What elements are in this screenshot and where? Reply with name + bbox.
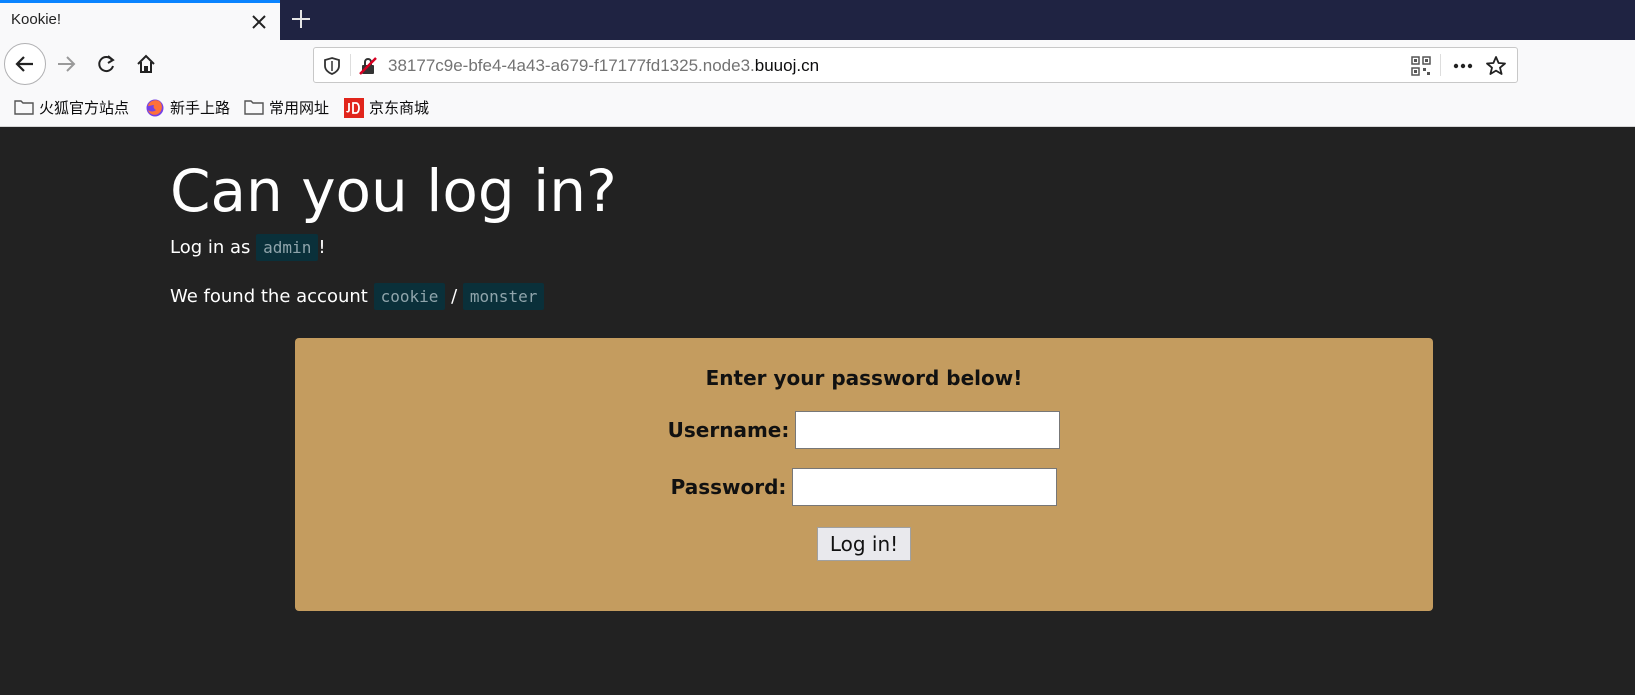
url-host: 38177c9e-bfe4-4a43-a679-f17177fd1325.nod… <box>388 56 755 75</box>
nav-bar: 38177c9e-bfe4-4a43-a679-f17177fd1325.nod… <box>0 40 1635 85</box>
form-heading: Enter your password below! <box>705 366 1023 390</box>
shield-icon[interactable] <box>322 56 342 76</box>
bookmark-item[interactable]: 京东商城 <box>344 97 430 118</box>
bookmark-item[interactable]: 新手上路 <box>145 97 230 117</box>
url-domain: buuoj.cn <box>754 56 820 75</box>
login-hint: Log in as admin! <box>170 234 326 261</box>
divider <box>1440 54 1441 76</box>
home-icon <box>137 54 155 73</box>
account-separator: / <box>451 286 458 307</box>
close-icon[interactable] <box>248 11 270 33</box>
url-text: 38177c9e-bfe4-4a43-a679-f17177fd1325.nod… <box>388 56 819 76</box>
home-button[interactable] <box>132 50 160 78</box>
bookmark-item[interactable]: 常用网址 <box>244 97 329 117</box>
jd-icon <box>344 98 364 118</box>
forward-button[interactable] <box>52 50 80 78</box>
arrow-left-icon <box>15 56 33 72</box>
password-label: Password: <box>670 475 787 499</box>
username-row: Username: <box>295 411 1433 449</box>
submit-row: Log in! <box>295 527 1433 561</box>
reload-button[interactable] <box>92 50 120 78</box>
bookmark-label: 新手上路 <box>170 98 231 117</box>
page-content: Can you log in? Log in as admin! We foun… <box>0 127 1635 695</box>
username-input[interactable] <box>795 411 1061 449</box>
arrow-right-icon <box>58 56 76 72</box>
tab-title: Kookie! <box>11 11 62 28</box>
more-actions-icon[interactable] <box>1450 55 1476 77</box>
account-prefix: We found the account <box>170 286 368 307</box>
folder-icon <box>244 98 264 116</box>
password-row: Password: <box>295 468 1433 506</box>
folder-icon <box>14 98 34 116</box>
bookmark-item[interactable]: 火狐官方站点 <box>14 97 129 117</box>
address-bar[interactable]: 38177c9e-bfe4-4a43-a679-f17177fd1325.nod… <box>313 47 1518 83</box>
account-hint: We found the account cookie / monster <box>170 283 545 310</box>
admin-code: admin <box>256 234 319 261</box>
divider <box>350 54 351 76</box>
username-label: Username: <box>667 418 790 442</box>
bookmark-label: 常用网址 <box>269 98 330 117</box>
password-input[interactable] <box>792 468 1058 506</box>
page-title: Can you log in? <box>170 157 617 225</box>
account-username-code: cookie <box>373 283 446 310</box>
bookmark-label: 京东商城 <box>369 98 430 117</box>
reload-icon <box>98 55 115 73</box>
bookmark-label: 火狐官方站点 <box>39 98 130 117</box>
login-form: Enter your password below! Username: Pas… <box>295 338 1433 611</box>
hint-suffix: ! <box>318 237 326 258</box>
hint-prefix: Log in as <box>170 237 251 258</box>
tab-active[interactable]: Kookie! <box>0 0 280 40</box>
back-button[interactable] <box>4 43 46 85</box>
firefox-icon <box>145 98 165 117</box>
insecure-lock-icon[interactable] <box>358 56 378 76</box>
bookmark-star-icon[interactable] <box>1484 54 1508 78</box>
qr-code-icon[interactable] <box>1410 55 1432 77</box>
login-button[interactable]: Log in! <box>816 527 912 561</box>
account-password-code: monster <box>462 283 545 310</box>
tab-strip: Kookie! <box>0 0 1635 40</box>
new-tab-icon[interactable] <box>288 6 314 32</box>
bookmarks-bar: 火狐官方站点 新手上路 常用网址 京东商城 <box>0 85 1635 127</box>
